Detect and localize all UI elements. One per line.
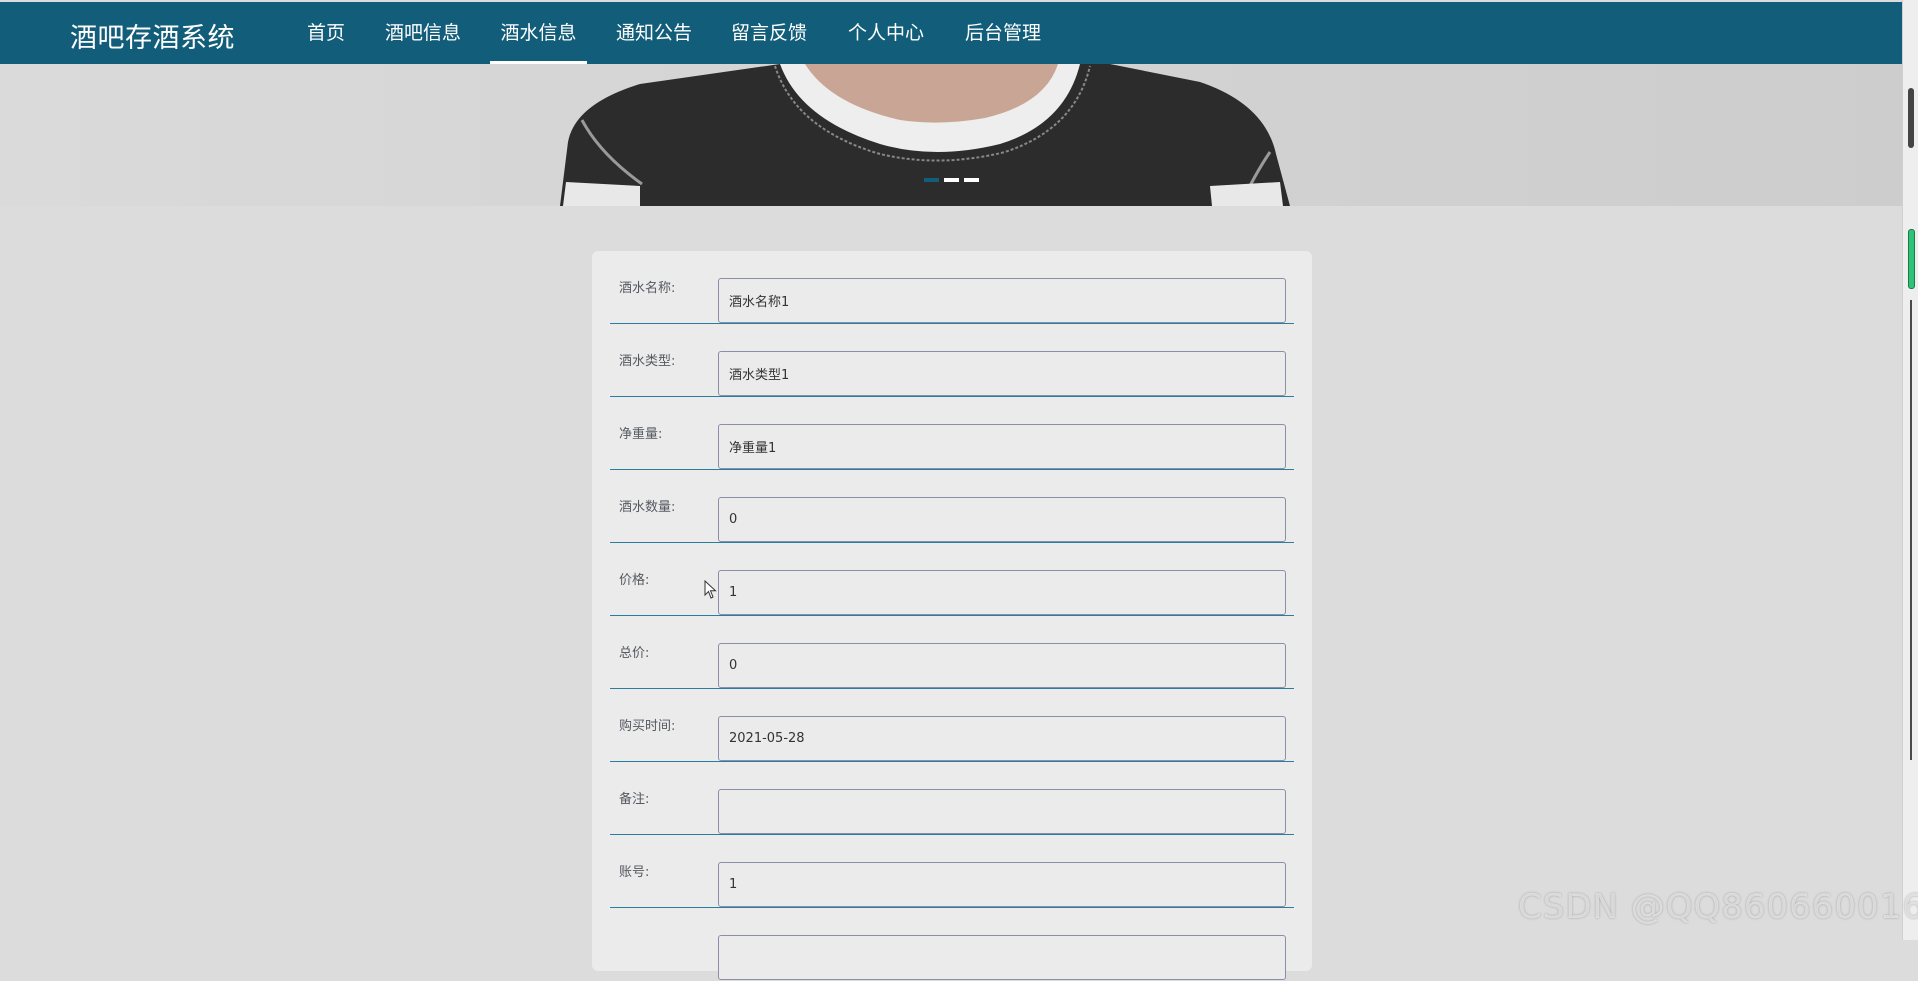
- purchase-time-input[interactable]: [718, 716, 1286, 761]
- drink-type-input[interactable]: [718, 351, 1286, 396]
- page-scrollbar[interactable]: [1902, 0, 1918, 940]
- nav-item-bar-info[interactable]: 酒吧信息: [381, 2, 465, 64]
- drink-detail-form: 酒水名称: 酒水类型: 净重量: 酒水数量: 价格: 总价: 购买时间: 备注:…: [592, 251, 1312, 980]
- form-row-purchase-time: 购买时间:: [610, 689, 1294, 762]
- next-field-input-partial[interactable]: [718, 935, 1286, 980]
- net-weight-input[interactable]: [718, 424, 1286, 469]
- form-row-drink-quantity: 酒水数量:: [610, 470, 1294, 543]
- nav-item-admin[interactable]: 后台管理: [961, 2, 1045, 64]
- nav-item-personal-center[interactable]: 个人中心: [844, 2, 928, 64]
- total-price-input[interactable]: [718, 643, 1286, 688]
- form-row-remarks: 备注:: [610, 762, 1294, 835]
- form-row-drink-type: 酒水类型:: [610, 324, 1294, 397]
- total-price-label: 总价:: [619, 646, 650, 661]
- drink-type-label: 酒水类型:: [619, 354, 676, 369]
- banner-carousel: [0, 64, 1902, 206]
- nav-item-notices[interactable]: 通知公告: [612, 2, 696, 64]
- drink-name-label: 酒水名称:: [619, 281, 676, 296]
- form-row-account: 账号:: [610, 835, 1294, 908]
- mouse-cursor-icon: [704, 580, 717, 599]
- scrollbar-thumb[interactable]: [1908, 88, 1914, 148]
- account-label: 账号:: [619, 865, 650, 880]
- form-row-total-price: 总价:: [610, 616, 1294, 689]
- nav-item-feedback[interactable]: 留言反馈: [727, 2, 811, 64]
- form-row-net-weight: 净重量:: [610, 397, 1294, 470]
- price-input[interactable]: [718, 570, 1286, 615]
- purchase-time-label: 购买时间:: [619, 719, 676, 734]
- remarks-input[interactable]: [718, 789, 1286, 834]
- price-label: 价格:: [619, 573, 650, 588]
- form-row-drink-name: 酒水名称:: [610, 251, 1294, 324]
- scrollbar-track-line: [1910, 300, 1912, 760]
- banner-image: [560, 64, 1290, 206]
- drink-quantity-label: 酒水数量:: [619, 500, 676, 515]
- site-title[interactable]: 酒吧存酒系统: [70, 16, 235, 55]
- account-input[interactable]: [718, 862, 1286, 907]
- drink-quantity-input[interactable]: [718, 497, 1286, 542]
- top-navbar: 酒吧存酒系统 首页 酒吧信息 酒水信息 通知公告 留言反馈 个人中心 后台管理: [0, 2, 1902, 64]
- net-weight-label: 净重量:: [619, 427, 663, 442]
- nav-item-drinks-info[interactable]: 酒水信息: [490, 2, 587, 64]
- drink-name-input[interactable]: [718, 278, 1286, 323]
- nav-item-home[interactable]: 首页: [302, 2, 350, 64]
- carousel-dot-3[interactable]: [964, 178, 979, 182]
- carousel-dot-1[interactable]: [924, 178, 939, 182]
- remarks-label: 备注:: [619, 792, 650, 807]
- watermark-text: CSDN @QQ860660016: [1518, 887, 1918, 927]
- form-row-next: [610, 908, 1294, 981]
- carousel-dot-2[interactable]: [944, 178, 959, 182]
- scrollbar-marker[interactable]: [1908, 229, 1915, 289]
